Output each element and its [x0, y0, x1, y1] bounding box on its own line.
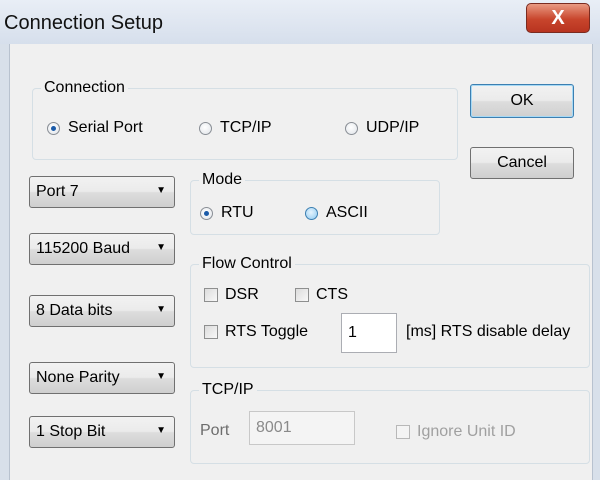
parity-value: None Parity — [36, 369, 120, 386]
cts-checkbox[interactable]: CTS — [295, 286, 348, 304]
window-title: Connection Setup — [4, 12, 164, 34]
cancel-button[interactable]: Cancel — [470, 147, 574, 179]
checkbox-icon — [204, 325, 218, 339]
tcpip-group: TCP/IP Port Ignore Unit ID — [190, 380, 590, 464]
radio-unselected-icon — [305, 206, 318, 220]
window-frame-left — [0, 44, 10, 480]
tcpip-port-label: Port — [200, 422, 230, 439]
udpip-label: UDP/IP — [366, 119, 420, 136]
rtu-radio[interactable]: RTU — [200, 204, 254, 222]
checkbox-icon — [295, 288, 309, 302]
flow-control-legend: Flow Control — [199, 254, 295, 274]
radio-selected-icon — [47, 121, 60, 135]
ignore-unit-id-label: Ignore Unit ID — [417, 423, 516, 440]
port-value: Port 7 — [36, 183, 79, 200]
rts-toggle-label: RTS Toggle — [225, 323, 309, 340]
dialog-body: Connection Serial Port TCP/IP UDP/IP OK … — [10, 44, 592, 480]
serial-port-radio[interactable]: Serial Port — [47, 119, 143, 137]
baud-value: 115200 Baud — [36, 240, 131, 257]
udpip-radio[interactable]: UDP/IP — [345, 119, 419, 137]
stop-bits-select[interactable]: 1 Stop Bit ▼ — [29, 416, 175, 448]
data-bits-select[interactable]: 8 Data bits ▼ — [29, 295, 175, 327]
dropdown-arrow-icon: ▼ — [156, 371, 166, 382]
data-bits-value: 8 Data bits — [36, 302, 113, 319]
tcpip-label: TCP/IP — [220, 119, 272, 136]
baud-select[interactable]: 115200 Baud ▼ — [29, 233, 175, 265]
rts-delay-input[interactable] — [341, 313, 397, 353]
radio-selected-icon — [200, 206, 213, 220]
dropdown-arrow-icon: ▼ — [156, 425, 166, 436]
dropdown-arrow-icon: ▼ — [156, 185, 166, 196]
connection-group: Connection Serial Port TCP/IP UDP/IP — [32, 78, 458, 160]
ok-button[interactable]: OK — [470, 84, 574, 118]
ignore-unit-id-checkbox[interactable]: Ignore Unit ID — [396, 423, 516, 441]
rtu-label: RTU — [221, 204, 254, 221]
dsr-label: DSR — [225, 286, 259, 303]
stop-bits-value: 1 Stop Bit — [36, 423, 106, 440]
ascii-label: ASCII — [326, 204, 368, 221]
parity-select[interactable]: None Parity ▼ — [29, 362, 175, 394]
radio-unselected-icon — [345, 121, 358, 135]
cts-label: CTS — [316, 286, 348, 303]
connection-legend: Connection — [41, 78, 128, 98]
radio-unselected-icon — [199, 121, 212, 135]
serial-port-label: Serial Port — [68, 119, 143, 136]
dsr-checkbox[interactable]: DSR — [204, 286, 259, 304]
dropdown-arrow-icon: ▼ — [156, 304, 166, 315]
mode-group: Mode RTU ASCII — [190, 170, 440, 235]
window-frame-right — [592, 44, 600, 480]
tcpip-port-input[interactable] — [249, 411, 355, 445]
title-bar[interactable]: Connection Setup X — [0, 0, 600, 44]
close-button[interactable]: X — [526, 3, 590, 33]
rts-delay-label: [ms] RTS disable delay — [406, 323, 571, 340]
rts-toggle-checkbox[interactable]: RTS Toggle — [204, 323, 308, 341]
checkbox-icon — [396, 425, 410, 439]
flow-control-group: Flow Control DSR CTS RTS Toggle [ms] RTS… — [190, 254, 590, 368]
tcpip-radio[interactable]: TCP/IP — [199, 119, 272, 137]
checkbox-icon — [204, 288, 218, 302]
ascii-radio[interactable]: ASCII — [305, 204, 368, 222]
mode-legend: Mode — [199, 170, 246, 190]
port-select[interactable]: Port 7 ▼ — [29, 176, 175, 208]
tcpip-legend: TCP/IP — [199, 380, 257, 400]
dropdown-arrow-icon: ▼ — [156, 242, 166, 253]
